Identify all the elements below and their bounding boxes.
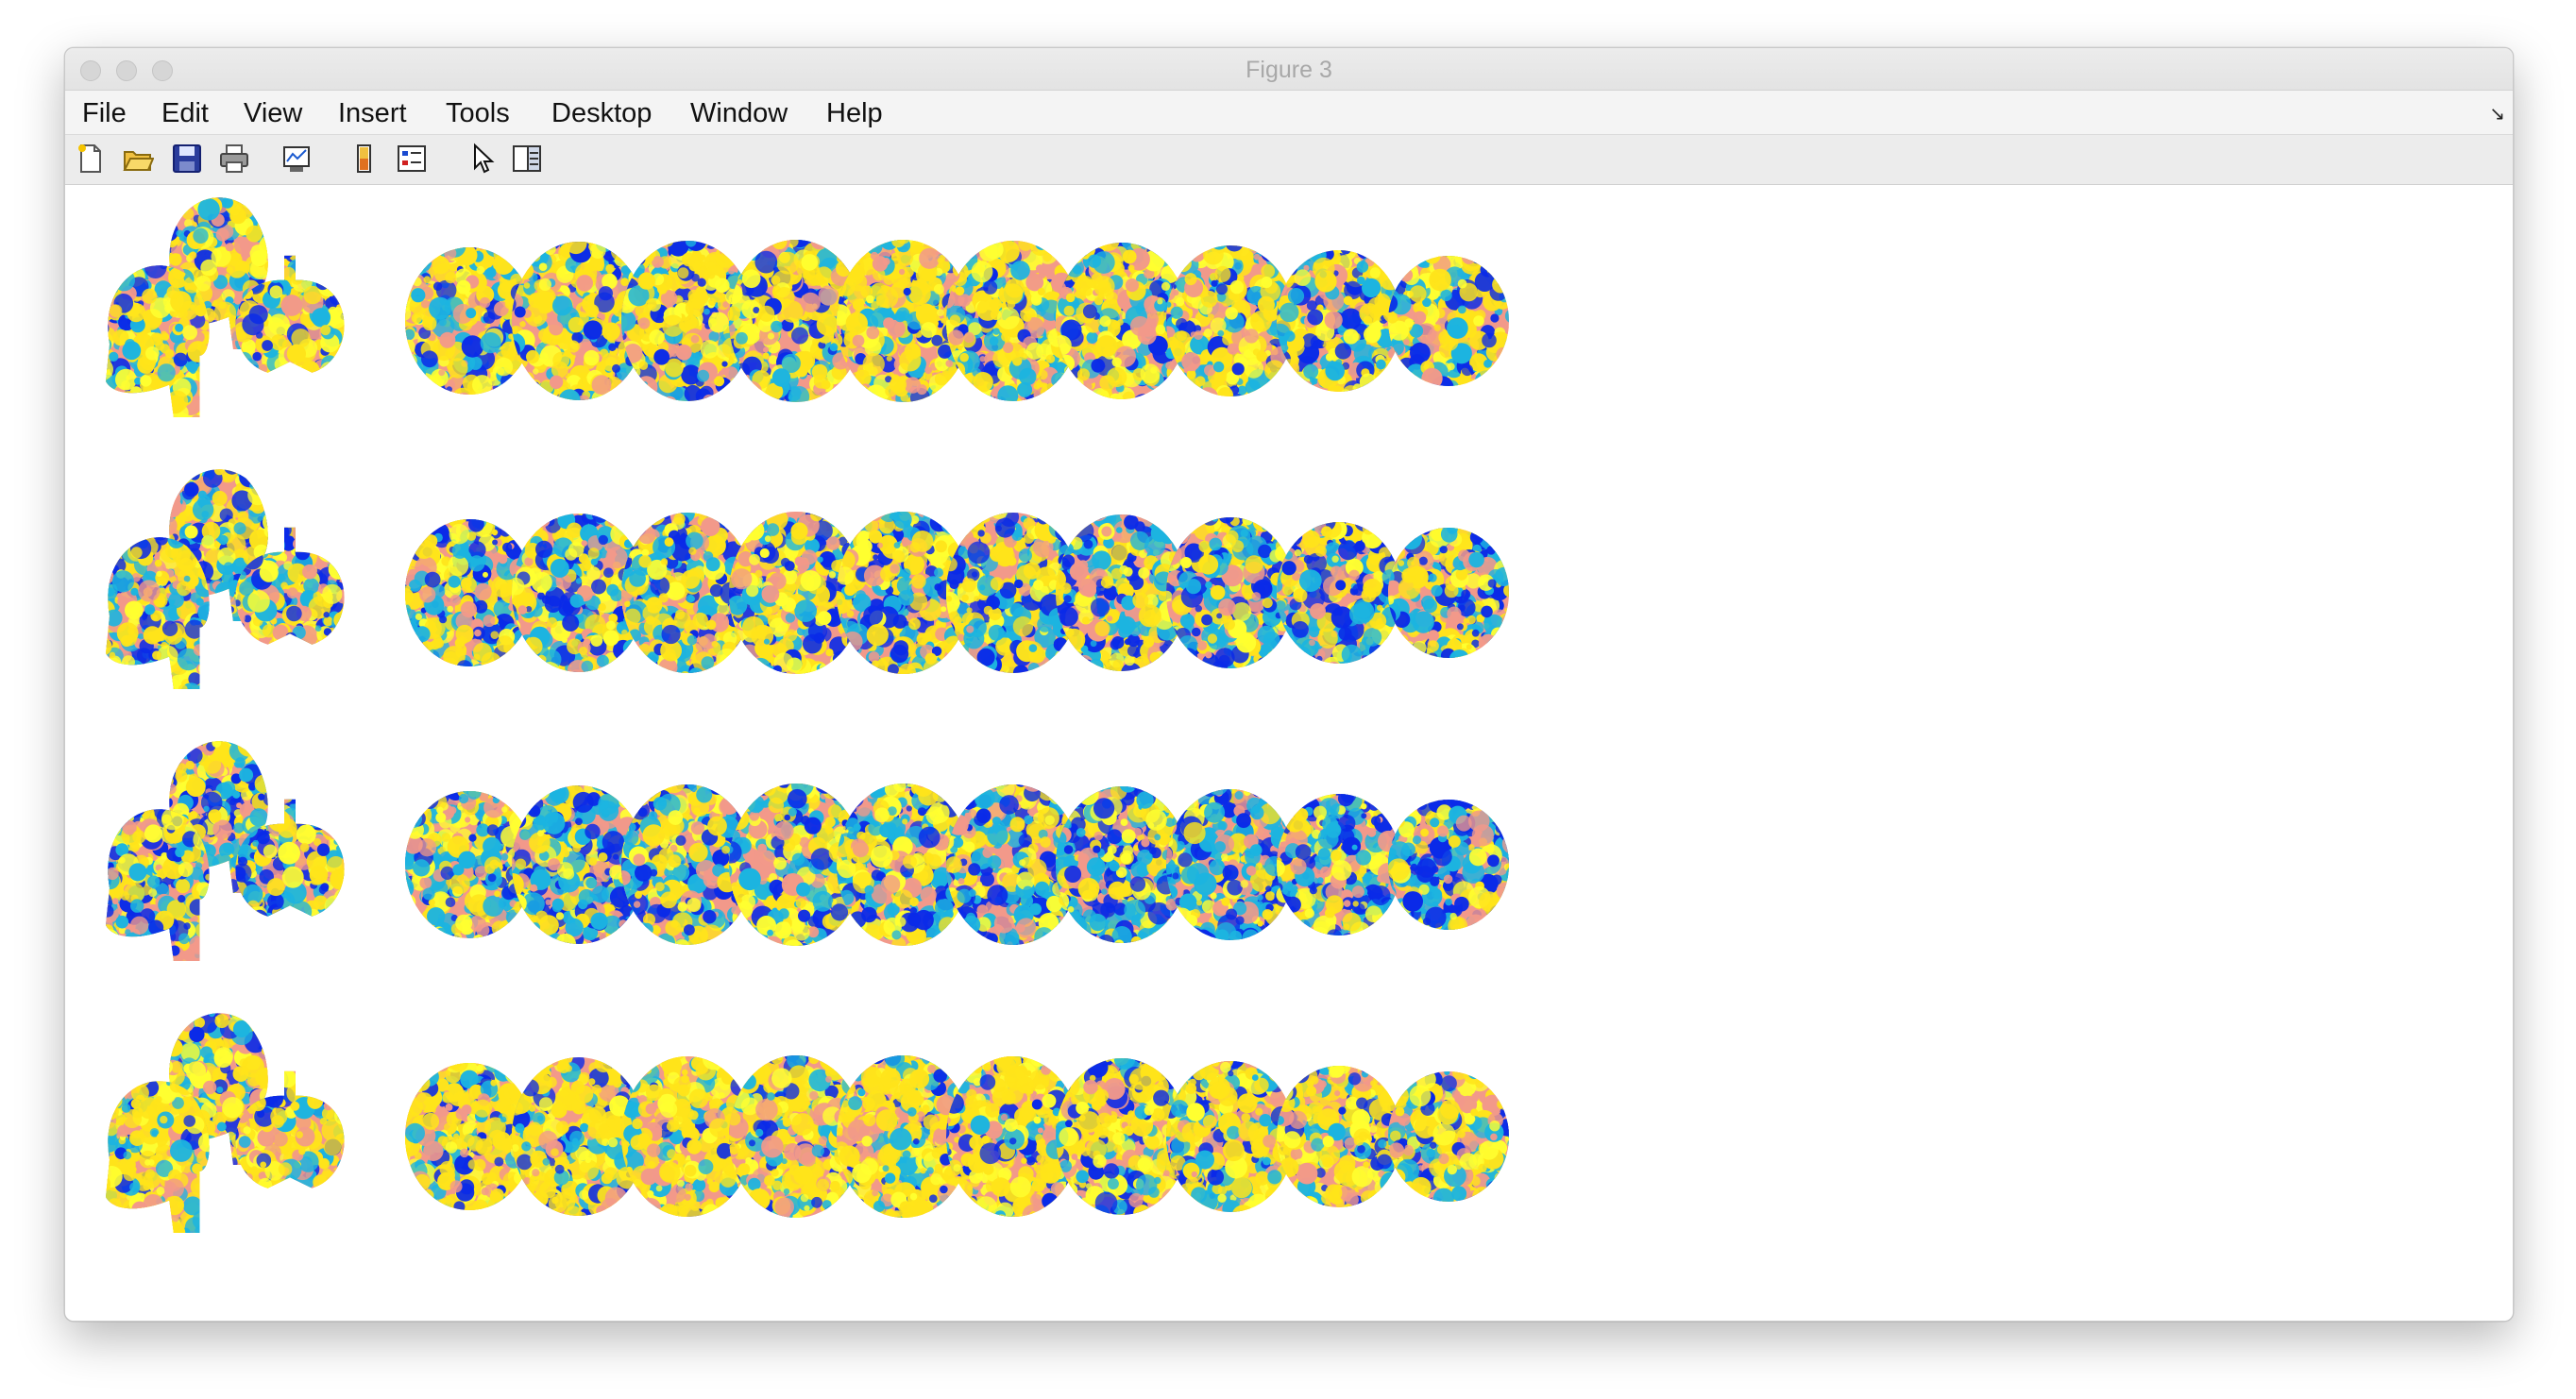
title-bar[interactable]: Figure 3: [65, 48, 2513, 91]
menu-grip-icon[interactable]: ↘: [2489, 102, 2505, 126]
new-figure-icon[interactable]: [75, 143, 107, 175]
axial-slice: [1388, 256, 1509, 386]
brain-slice-montage: [106, 197, 1509, 1233]
menu-file[interactable]: File: [82, 98, 127, 129]
axial-slice: [1388, 800, 1509, 930]
menu-bar: File Edit View Insert Tools Desktop Wind…: [65, 91, 2513, 135]
menu-help[interactable]: Help: [826, 98, 883, 129]
insert-legend-icon[interactable]: [396, 143, 428, 175]
insert-colorbar-icon[interactable]: [348, 143, 381, 175]
edit-plot-icon[interactable]: [466, 143, 498, 175]
menu-tools[interactable]: Tools: [446, 98, 510, 129]
save-icon[interactable]: [171, 143, 203, 175]
open-file-icon[interactable]: [122, 143, 154, 175]
menu-insert[interactable]: Insert: [338, 98, 407, 129]
axial-slice: [1388, 528, 1509, 658]
menu-view[interactable]: View: [244, 98, 302, 129]
print-icon[interactable]: [218, 143, 250, 175]
figure-toolbar: [65, 135, 2513, 185]
property-inspector-icon[interactable]: [511, 143, 543, 175]
menu-window[interactable]: Window: [690, 98, 788, 129]
figure-axes-area[interactable]: [65, 185, 2513, 1321]
window-title: Figure 3: [65, 57, 2513, 84]
axial-slice: [1388, 1071, 1509, 1202]
menu-desktop[interactable]: Desktop: [551, 98, 652, 129]
menu-edit[interactable]: Edit: [161, 98, 209, 129]
figure-window: Figure 3 File Edit View Insert Tools Des…: [64, 47, 2514, 1322]
link-plot-icon[interactable]: [280, 143, 313, 175]
